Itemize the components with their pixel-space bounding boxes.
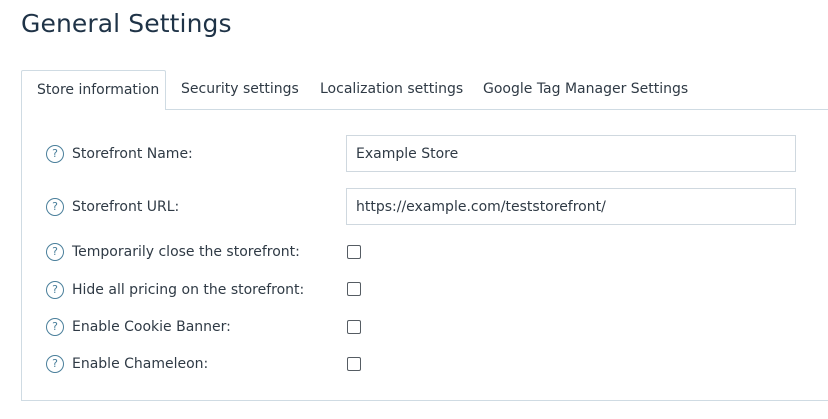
tab-google-tag-manager-settings[interactable]: Google Tag Manager Settings (483, 70, 688, 109)
tab-bar: Store information Security settings Loca… (21, 70, 828, 110)
tab-localization-settings[interactable]: Localization settings (320, 70, 463, 109)
cookie-banner-checkbox[interactable] (347, 320, 361, 334)
help-icon[interactable]: ? (46, 145, 64, 163)
cookie-banner-label: Enable Cookie Banner: (72, 319, 231, 335)
storefront-name-label: Storefront Name: (72, 146, 193, 162)
store-information-panel: ? Storefront Name: ? Storefront URL: ? T… (21, 109, 828, 401)
hide-pricing-label: Hide all pricing on the storefront: (72, 282, 305, 298)
storefront-name-input[interactable] (346, 135, 796, 172)
storefront-url-label: Storefront URL: (72, 199, 180, 215)
close-storefront-label: Temporarily close the storefront: (72, 244, 300, 260)
page-title: General Settings (21, 9, 232, 38)
help-icon[interactable]: ? (46, 355, 64, 373)
chameleon-checkbox[interactable] (347, 357, 361, 371)
help-icon[interactable]: ? (46, 318, 64, 336)
storefront-url-input[interactable] (346, 188, 796, 225)
hide-pricing-checkbox[interactable] (347, 282, 361, 296)
tab-store-information[interactable]: Store information (21, 70, 166, 110)
close-storefront-checkbox[interactable] (347, 245, 361, 259)
help-icon[interactable]: ? (46, 198, 64, 216)
help-icon[interactable]: ? (46, 281, 64, 299)
chameleon-label: Enable Chameleon: (72, 356, 209, 372)
tab-security-settings[interactable]: Security settings (181, 70, 299, 109)
help-icon[interactable]: ? (46, 243, 64, 261)
